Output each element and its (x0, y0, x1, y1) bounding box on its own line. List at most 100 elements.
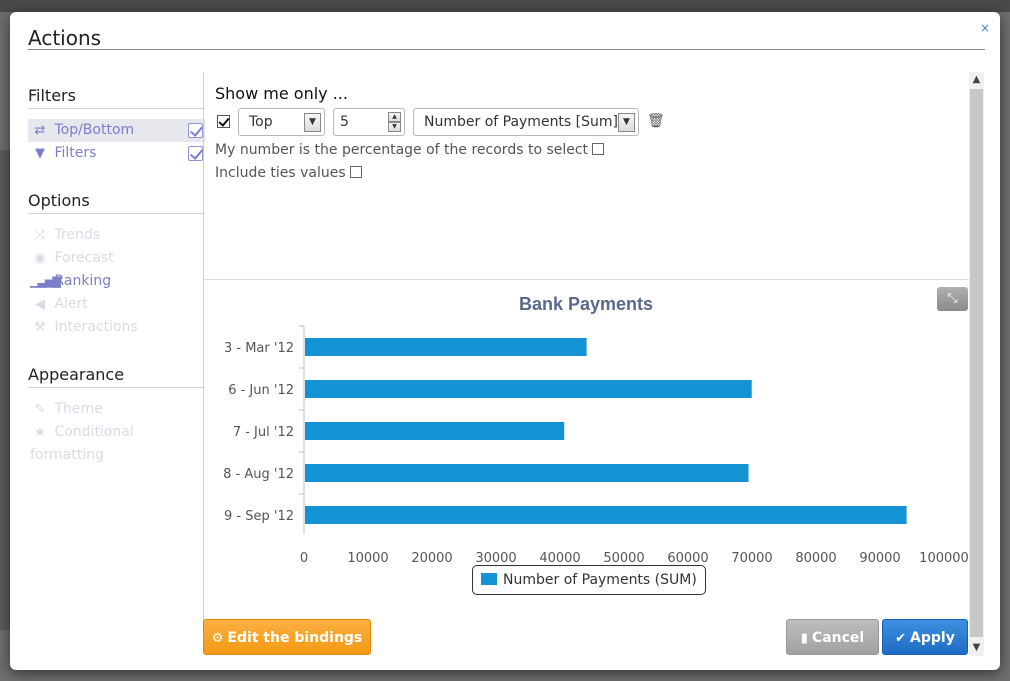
cancel-label: Cancel (811, 630, 865, 646)
ties-label: Include ties values (215, 165, 346, 181)
sidebar-item-interactions: ⚒ Interactions (28, 316, 205, 339)
sidebar-item-forecast: ◉ Forecast (28, 247, 205, 270)
megaphone-icon: ◀ (35, 297, 45, 312)
chevron-down-icon: ▼ (304, 113, 321, 132)
nav-section-options: Options ⤨ Trends ◉ Forecast ▁▃▅▇ Ranking… (28, 179, 205, 339)
scroll-down-icon[interactable]: ▼ (969, 640, 984, 656)
edit-bindings-button[interactable]: ⚙ Edit the bindings (203, 619, 371, 655)
apply-label: Apply (910, 630, 955, 646)
y-tick-label: 9 - Sep '12 (224, 509, 294, 524)
increment-icon[interactable]: ▲ (388, 112, 401, 122)
x-tick-label: 60000 (667, 551, 708, 566)
x-tick-label: 70000 (731, 551, 772, 566)
bar[interactable] (305, 338, 587, 356)
x-tick-label: 90000 (859, 551, 900, 566)
direction-select[interactable]: Top ▼ (238, 108, 325, 136)
dialog-title: Actions (28, 26, 102, 50)
nav-section-appearance: Appearance ✎ Theme ★ Conditional formatt… (28, 353, 205, 463)
x-tick-label: 100000 (919, 551, 969, 566)
bar[interactable] (305, 464, 749, 482)
sidebar-item-alert: ◀ Alert (28, 293, 205, 316)
sidebar-item-label: Filters (54, 145, 97, 161)
sidebar-item-top-bottom[interactable]: ⇄ Top/Bottom (28, 119, 205, 142)
clipboard-icon: ▮ (800, 631, 808, 646)
sidebar-item-filters[interactable]: ▼ Filters (28, 142, 205, 165)
checkbox-checked-icon[interactable] (188, 146, 203, 161)
x-tick-label: 80000 (795, 551, 836, 566)
top-bottom-filter-row: Top ▼ 5 ▲ ▼ Number of Payments [Sum] ▼ 🗑 (217, 108, 697, 136)
vertical-scrollbar[interactable]: ▲ ▼ (969, 72, 984, 656)
x-tick-label: 40000 (539, 551, 580, 566)
legend-swatch (481, 573, 497, 585)
swap-arrows-icon: ⇄ (34, 123, 46, 138)
checkmark-icon: ✔ (895, 631, 907, 646)
sidebar-item-label: Trends (54, 227, 101, 243)
star-icon: ★ (34, 425, 46, 440)
percentage-option: My number is the percentage of the recor… (215, 142, 605, 158)
sidebar-item-label: Ranking (54, 273, 112, 289)
backdrop (0, 0, 1010, 12)
sidebar-item-theme: ✎ Theme (28, 398, 205, 421)
count-value: 5 (340, 114, 349, 130)
x-tick-label: 0 (300, 551, 308, 566)
sidebar-item-label: Interactions (54, 319, 138, 335)
background-page-edge (0, 150, 10, 630)
chart-legend[interactable]: Number of Payments (SUM) (472, 565, 706, 595)
checkbox-checked-icon[interactable] (188, 123, 203, 138)
sidebar-nav: Filters ⇄ Top/Bottom ▼ Filters Options ⤨… (28, 72, 205, 463)
y-tick-label: 6 - Jun '12 (228, 383, 294, 398)
collapse-icon[interactable]: ⤡ (937, 287, 968, 311)
show-me-only-heading: Show me only ... (215, 84, 348, 103)
title-divider (28, 49, 985, 50)
close-icon[interactable]: × (980, 21, 990, 35)
sidebar-item-label: Alert (54, 296, 88, 312)
nav-heading-options: Options (28, 179, 205, 214)
count-stepper[interactable]: 5 ▲ ▼ (333, 108, 405, 136)
enable-filter-checkbox[interactable] (217, 115, 230, 128)
ties-checkbox[interactable] (349, 166, 362, 178)
bar[interactable] (305, 380, 752, 398)
sidebar-item-trends: ⤨ Trends (28, 224, 205, 247)
nav-heading-filters: Filters (28, 72, 205, 109)
ties-option: Include ties values (215, 165, 362, 181)
y-tick-label: 8 - Aug '12 (223, 467, 294, 482)
magic-wand-icon: ✎ (34, 402, 46, 417)
actions-dialog: Actions × Filters ⇄ Top/Bottom ▼ Filters… (10, 12, 1000, 670)
percentage-label: My number is the percentage of the recor… (215, 142, 589, 158)
x-tick-label: 30000 (475, 551, 516, 566)
x-tick-label: 10000 (347, 551, 388, 566)
y-tick-label: 7 - Jul '12 (233, 425, 294, 440)
decrement-icon[interactable]: ▼ (388, 122, 401, 132)
stepper-buttons: ▲ ▼ (388, 112, 401, 133)
sidebar-item-label: Theme (54, 401, 103, 417)
apply-button[interactable]: ✔ Apply (882, 619, 968, 655)
funnel-icon: ▼ (35, 146, 45, 161)
main-panel: Show me only ... Top ▼ 5 ▲ ▼ Number of P… (204, 72, 969, 652)
bar[interactable] (305, 506, 907, 524)
trash-icon[interactable]: 🗑 (647, 113, 665, 129)
sidebar-item-conditional-formatting: ★ Conditional formatting (28, 421, 205, 463)
sidebar-item-label: Top/Bottom (54, 122, 135, 138)
percentage-checkbox[interactable] (592, 143, 605, 155)
x-tick-label: 50000 (603, 551, 644, 566)
cancel-button[interactable]: ▮ Cancel (786, 619, 879, 655)
measure-select[interactable]: Number of Payments [Sum] ▼ (413, 108, 639, 136)
measure-value: Number of Payments [Sum] (424, 114, 618, 130)
scroll-up-icon[interactable]: ▲ (969, 72, 984, 88)
scroll-thumb[interactable] (970, 89, 983, 637)
bank-payments-chart: Bank Payments 3 - Mar '12 6 - Jun '12 7 - … (223, 294, 969, 566)
shuffle-icon: ⤨ (34, 228, 46, 243)
nav-heading-appearance: Appearance (28, 353, 205, 388)
sidebar-item-ranking[interactable]: ▁▃▅▇ Ranking (28, 270, 205, 293)
x-tick-label: 20000 (411, 551, 452, 566)
direction-value: Top (249, 114, 273, 130)
gavel-icon: ⚒ (34, 320, 46, 335)
chevron-down-icon: ▼ (618, 113, 635, 132)
y-tick-label: 3 - Mar '12 (224, 341, 294, 356)
chart-title: Bank Payments (519, 294, 653, 314)
nav-section-filters: Filters ⇄ Top/Bottom ▼ Filters (28, 72, 205, 165)
edit-bindings-label: Edit the bindings (227, 630, 363, 646)
legend-label: Number of Payments (SUM) (503, 572, 697, 588)
bar[interactable] (305, 422, 565, 440)
eye-icon: ◉ (34, 251, 46, 266)
